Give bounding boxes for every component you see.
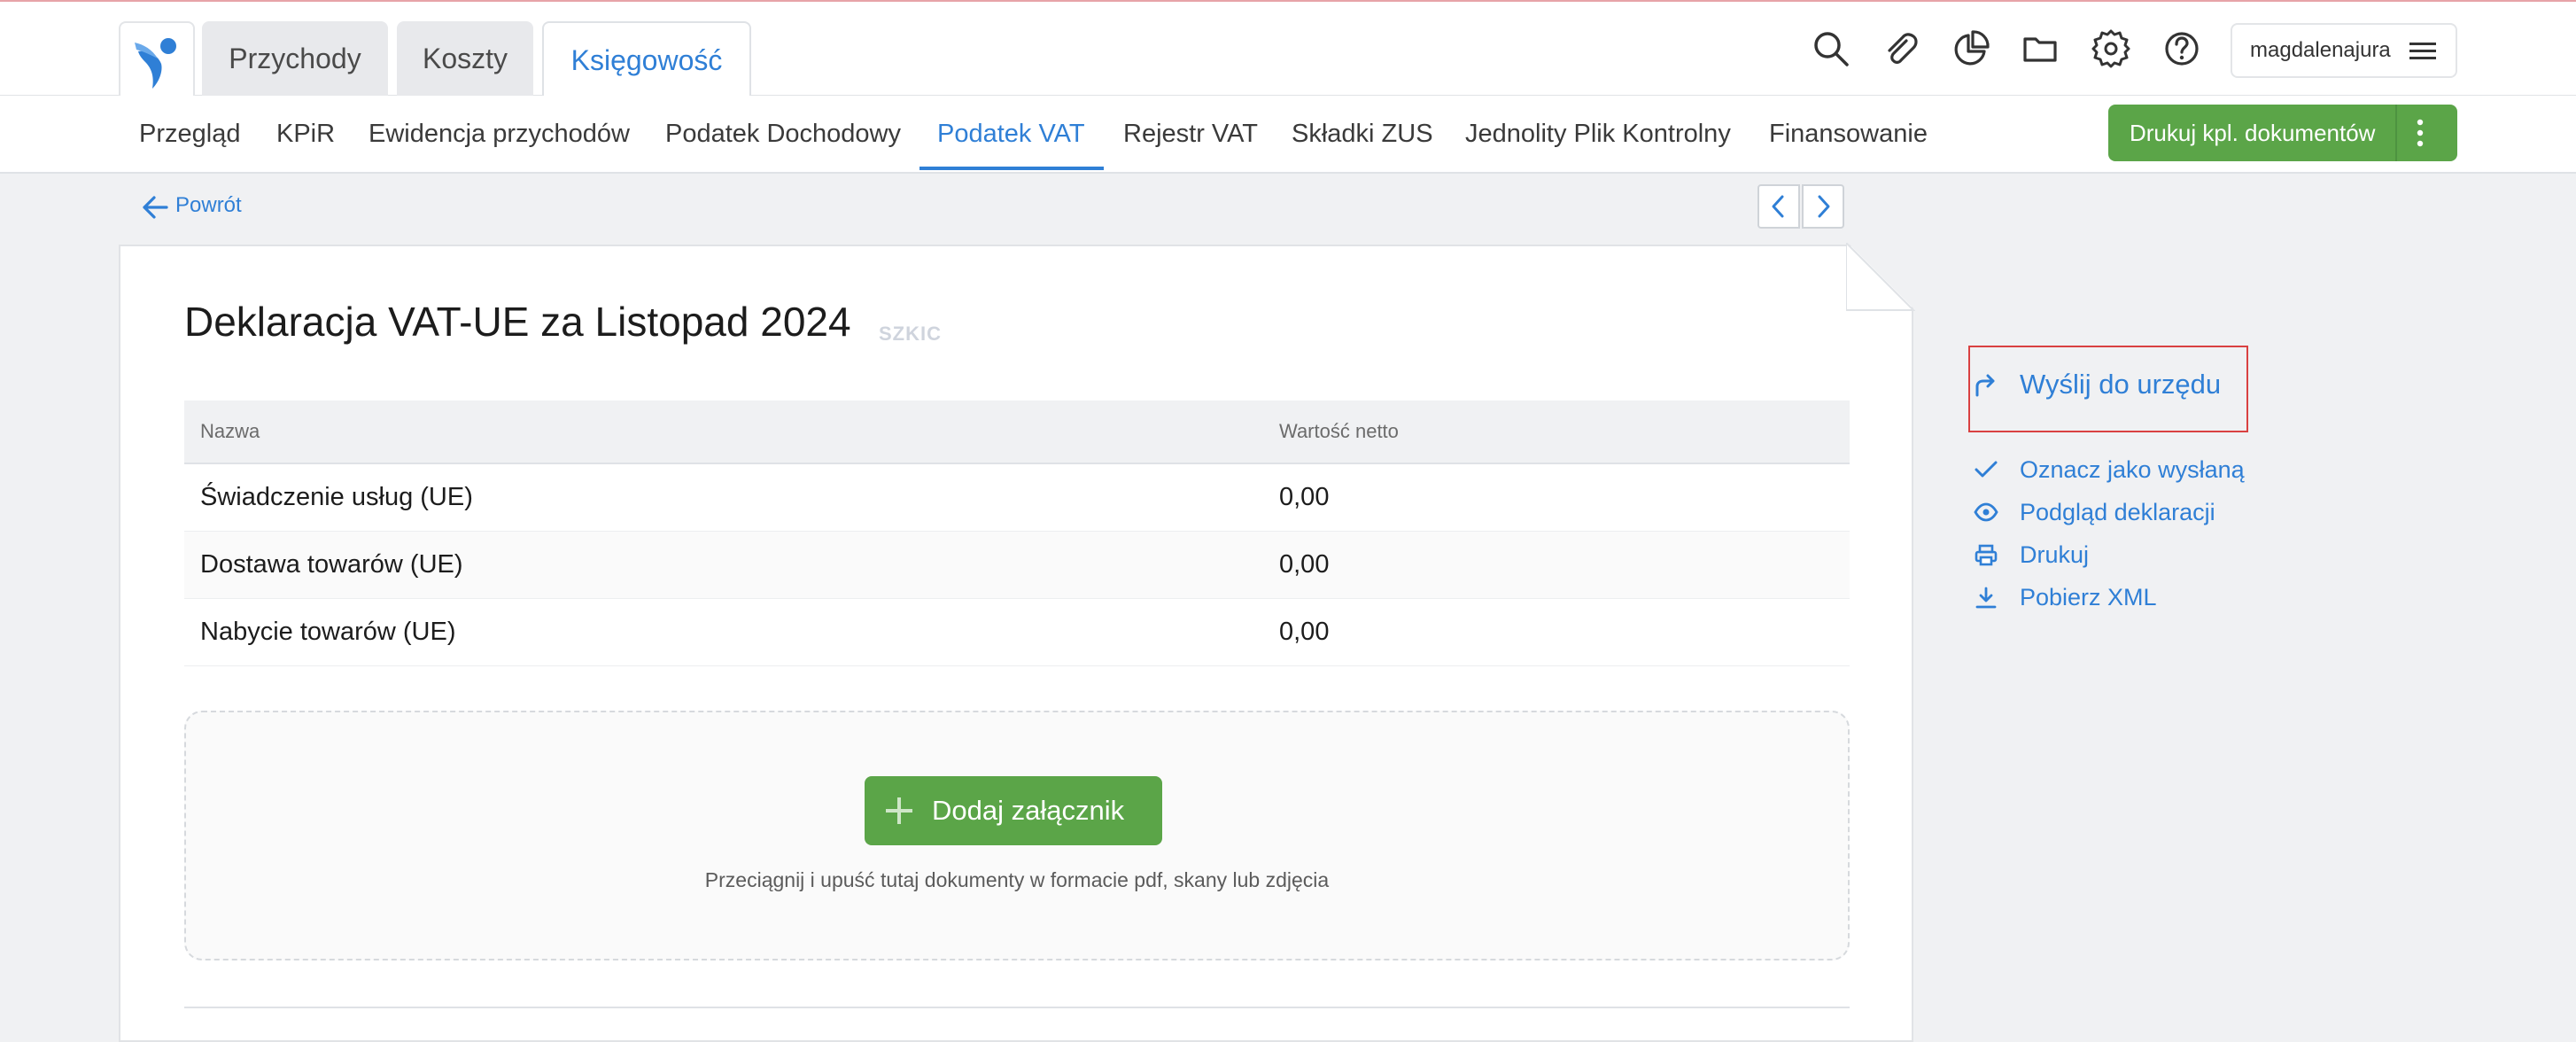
- check-icon: [1975, 461, 1998, 478]
- subnav-item-finansowanie[interactable]: Finansowanie: [1769, 96, 1928, 172]
- print-documents-button[interactable]: Drukuj kpl. dokumentów: [2108, 105, 2457, 161]
- back-label: Powrót: [175, 193, 242, 217]
- menu-icon: [2409, 43, 2436, 59]
- username-label: magdalenajura: [2250, 38, 2391, 62]
- subnav-item-jpk[interactable]: Jednolity Plik Kontrolny: [1465, 96, 1731, 172]
- row-name: Dostawa towarów (UE): [200, 550, 463, 579]
- subnav-item-przeglad[interactable]: Przegląd: [139, 96, 240, 172]
- chevron-left-icon: [1772, 195, 1784, 218]
- paperclip-icon[interactable]: [1880, 28, 1920, 69]
- gear-icon[interactable]: [2091, 28, 2131, 69]
- user-menu-button[interactable]: magdalenajura: [2231, 23, 2457, 78]
- subnav-item-rejestr-vat[interactable]: Rejestr VAT: [1123, 96, 1258, 172]
- status-badge: SZKIC: [879, 323, 942, 345]
- mark-as-sent-label: Oznacz jako wysłaną: [2020, 456, 2245, 483]
- add-attachment-button[interactable]: Dodaj załącznik: [865, 776, 1162, 845]
- subnav-item-ewidencja[interactable]: Ewidencja przychodów: [369, 96, 630, 172]
- more-options-icon[interactable]: [2415, 117, 2425, 149]
- row-value: 0,00: [1279, 483, 1330, 511]
- row-name: Świadczenie usług (UE): [200, 483, 473, 511]
- help-icon[interactable]: [2161, 28, 2202, 69]
- eye-icon: [1974, 502, 1998, 522]
- table-row: Świadczenie usług (UE) 0,00: [184, 464, 1850, 532]
- dropzone-hint: Przeciągnij i upuść tutaj dokumenty w fo…: [704, 868, 1330, 891]
- column-header-net-value: Wartość netto: [1279, 420, 1399, 442]
- plus-icon: [886, 797, 912, 824]
- download-xml-label: Pobierz XML: [2020, 584, 2157, 610]
- top-bar: Przychody Koszty Księgowość magdalenajur…: [0, 2, 2576, 97]
- declaration-table: Nazwa Wartość netto Świadczenie usług (U…: [184, 400, 1850, 666]
- button-separator: [2395, 105, 2397, 161]
- active-tab-underline: [919, 167, 1104, 170]
- table-row: Nabycie towarów (UE) 0,00: [184, 599, 1850, 666]
- page-fold-corner: [1846, 243, 1915, 311]
- table-row: Dostawa towarów (UE) 0,00: [184, 532, 1850, 599]
- tab-przychody[interactable]: Przychody: [202, 21, 388, 96]
- share-arrow-icon: [1975, 374, 1995, 397]
- printer-icon: [1975, 544, 1998, 566]
- page-title: Deklaracja VAT-UE za Listopad 2024: [184, 299, 851, 345]
- chevron-right-icon: [1818, 195, 1830, 218]
- row-value: 0,00: [1279, 618, 1330, 646]
- bird-logo-icon: [135, 38, 176, 89]
- search-icon[interactable]: [1811, 28, 1851, 69]
- row-name: Nabycie towarów (UE): [200, 618, 456, 646]
- print-documents-label: Drukuj kpl. dokumentów: [2130, 120, 2376, 146]
- subnav-item-podatek-vat[interactable]: Podatek VAT: [937, 96, 1085, 172]
- send-to-office-label: Wyślij do urzędu: [2020, 369, 2222, 400]
- column-header-name: Nazwa: [200, 420, 260, 442]
- arrow-left-icon: [143, 196, 168, 219]
- previous-button[interactable]: [1757, 184, 1800, 229]
- folder-icon[interactable]: [2020, 28, 2060, 69]
- app-logo[interactable]: [119, 21, 195, 96]
- row-value: 0,00: [1279, 550, 1330, 579]
- subnav-item-podatek-dochodowy[interactable]: Podatek Dochodowy: [665, 96, 901, 172]
- subnav-item-skladki-zus[interactable]: Składki ZUS: [1292, 96, 1433, 172]
- print-label: Drukuj: [2020, 541, 2090, 568]
- preview-declaration-label: Podgląd deklaracji: [2020, 499, 2215, 525]
- subnav-item-kpir[interactable]: KPiR: [276, 96, 335, 172]
- add-attachment-label: Dodaj załącznik: [932, 795, 1125, 826]
- table-header: Nazwa Wartość netto: [184, 400, 1850, 464]
- next-button[interactable]: [1802, 184, 1844, 229]
- pie-chart-icon[interactable]: [1951, 28, 1991, 69]
- tab-ksiegowosc[interactable]: Księgowość: [542, 21, 751, 97]
- download-icon: [1975, 587, 1997, 609]
- tab-koszty[interactable]: Koszty: [397, 21, 533, 96]
